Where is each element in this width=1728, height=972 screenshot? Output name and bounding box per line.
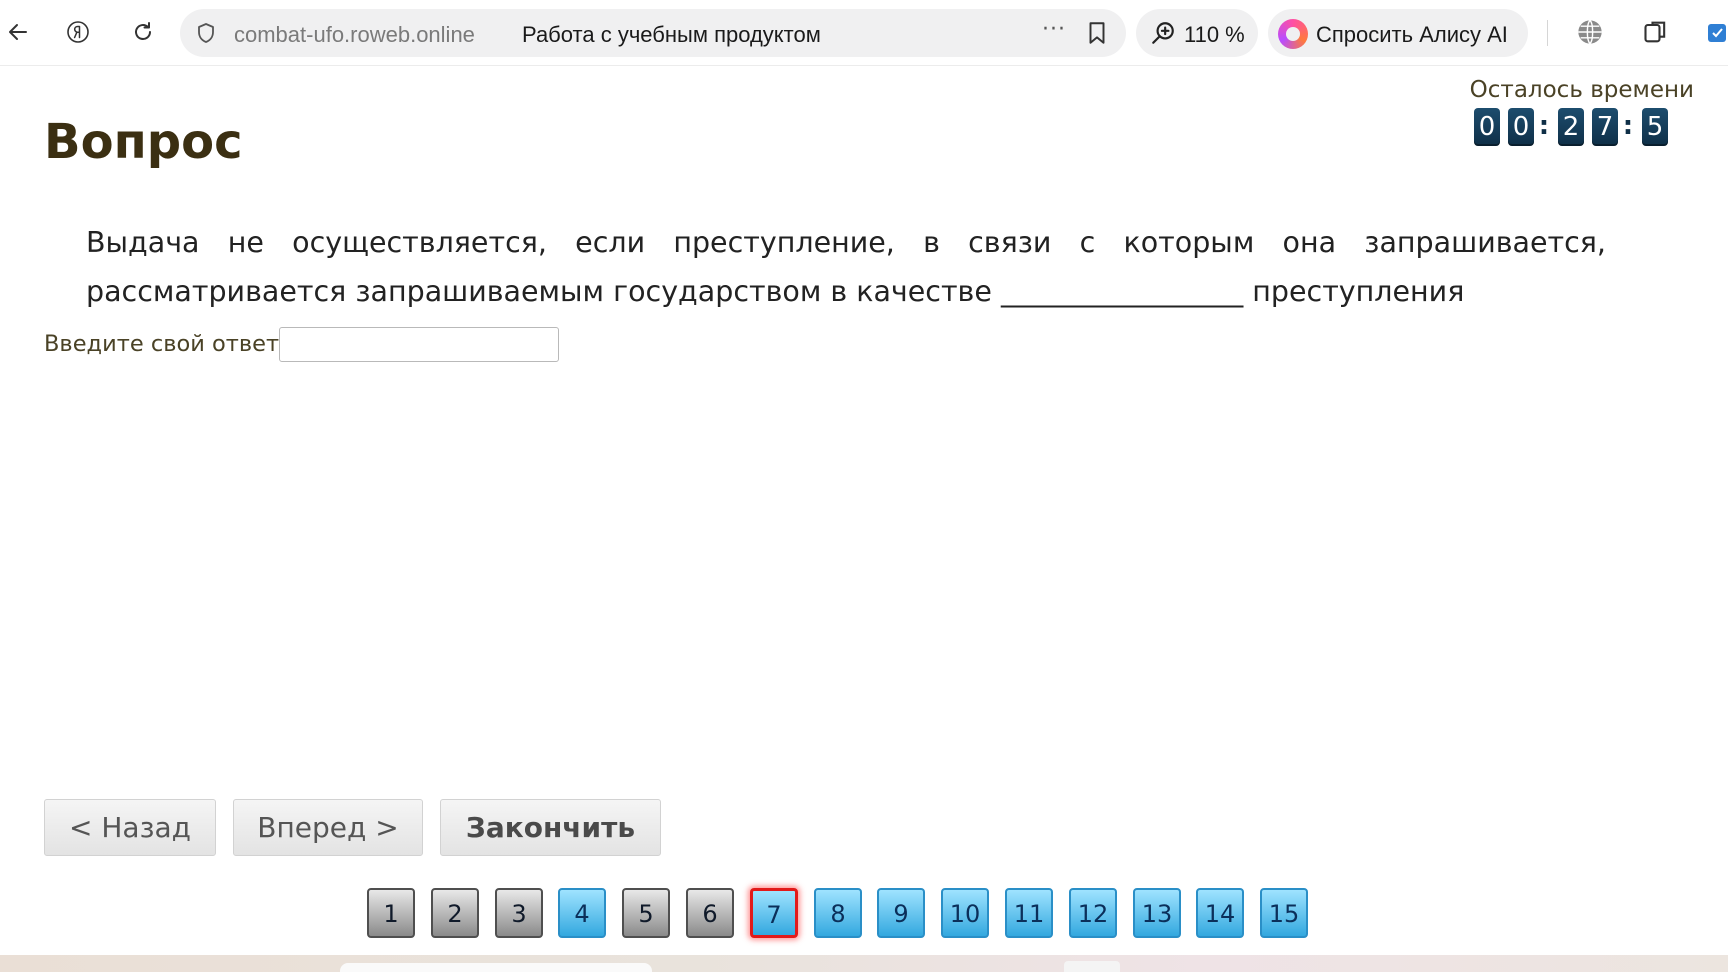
- taskbar-tab[interactable]: [340, 963, 652, 972]
- profile-icon[interactable]: [1704, 16, 1728, 48]
- timer-separator: :: [1538, 111, 1550, 141]
- page-button-7[interactable]: 7: [750, 888, 798, 938]
- page-button-1[interactable]: 1: [367, 888, 415, 938]
- taskbar-strip: [0, 955, 1728, 972]
- browser-toolbar: combat-ufo.roweb.online Работа с учебным…: [0, 0, 1728, 66]
- zoom-indicator[interactable]: 110 %: [1136, 9, 1258, 57]
- answer-label: Введите свой ответ: [44, 331, 280, 357]
- shield-icon[interactable]: [194, 21, 218, 45]
- reload-icon[interactable]: [125, 14, 161, 50]
- page-button-11[interactable]: 11: [1005, 888, 1053, 938]
- translate-globe-icon[interactable]: [1574, 16, 1606, 48]
- zoom-in-icon: [1152, 22, 1174, 44]
- page-button-12[interactable]: 12: [1069, 888, 1117, 938]
- taskbar-tab[interactable]: [1064, 961, 1120, 972]
- timer-digit: 0: [1474, 108, 1500, 146]
- alice-logo-icon: [1278, 19, 1308, 49]
- more-icon[interactable]: ···: [1042, 17, 1066, 42]
- zoom-value: 110 %: [1184, 22, 1245, 47]
- yandex-logo-icon[interactable]: [60, 14, 96, 50]
- toolbar-divider: [1547, 20, 1548, 46]
- page-button-13[interactable]: 13: [1133, 888, 1181, 938]
- forward-button[interactable]: Вперед >: [233, 799, 423, 856]
- question-pager: 1 2 3 4 5 6 7 8 9 10 11 12 13 14 15: [0, 888, 1728, 940]
- question-heading: Вопрос: [44, 114, 243, 170]
- page-button-6[interactable]: 6: [686, 888, 734, 938]
- page-button-10[interactable]: 10: [941, 888, 989, 938]
- page-button-5[interactable]: 5: [622, 888, 670, 938]
- page-button-4[interactable]: 4: [558, 888, 606, 938]
- page-button-8[interactable]: 8: [814, 888, 862, 938]
- page-title: Работа с учебным продуктом: [522, 22, 821, 47]
- timer-digit: 7: [1592, 108, 1618, 146]
- bookmark-icon[interactable]: [1084, 20, 1110, 46]
- ask-alice-label: Спросить Алису AI: [1316, 22, 1508, 47]
- address-bar[interactable]: combat-ufo.roweb.online Работа с учебным…: [180, 9, 1126, 57]
- timer-digit: 0: [1508, 108, 1534, 146]
- extensions-icon[interactable]: [1640, 16, 1672, 48]
- finish-button[interactable]: Закончить: [440, 799, 661, 856]
- page-button-2[interactable]: 2: [431, 888, 479, 938]
- ask-alice-button[interactable]: Спросить Алису AI: [1268, 9, 1528, 57]
- back-arrow-icon[interactable]: [0, 14, 36, 50]
- page-button-3[interactable]: 3: [495, 888, 543, 938]
- address-domain[interactable]: combat-ufo.roweb.online: [234, 22, 475, 48]
- page-button-14[interactable]: 14: [1196, 888, 1244, 938]
- time-remaining-label: Осталось времени: [1469, 77, 1694, 103]
- timer-digit: 5: [1642, 108, 1668, 146]
- answer-row: Введите свой ответ: [44, 326, 560, 362]
- back-button[interactable]: < Назад: [44, 799, 216, 856]
- answer-input[interactable]: [279, 326, 560, 362]
- timer-separator: :: [1622, 111, 1634, 141]
- timer-digit: 2: [1558, 108, 1584, 146]
- question-text: Выдача не осуществляется, если преступле…: [86, 226, 1606, 308]
- page-button-15[interactable]: 15: [1260, 888, 1308, 938]
- page-button-9[interactable]: 9: [877, 888, 925, 938]
